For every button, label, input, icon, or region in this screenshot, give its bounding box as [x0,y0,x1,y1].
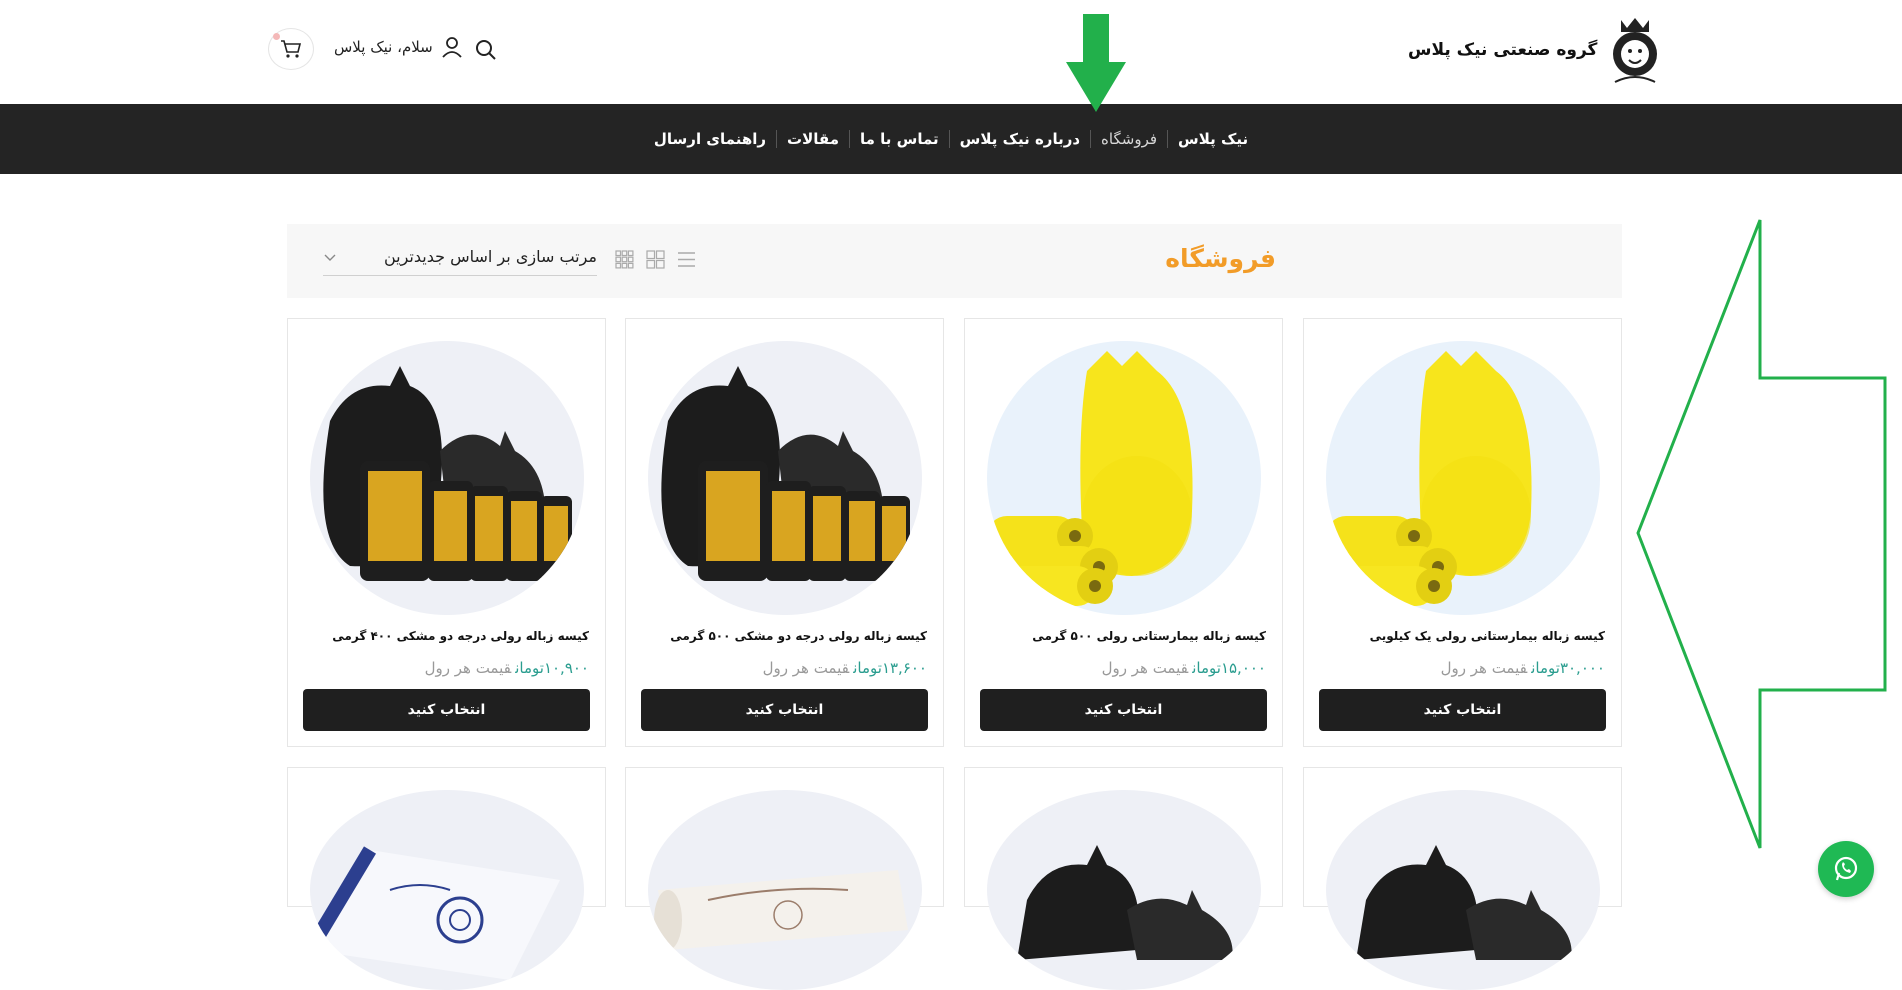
product-image[interactable] [648,341,922,615]
product-card[interactable] [287,767,606,990]
nav-item-about[interactable]: درباره نیک پلاس [948,130,1090,148]
product-title[interactable]: کیسه زباله بیمارستانی رولی یک کیلویی [1370,629,1605,643]
product-image[interactable] [1326,341,1600,615]
whatsapp-icon [1834,856,1858,881]
product-card[interactable]: کیسه زباله بیمارستانی رولی یک کیلویی ۳۰,… [1303,318,1622,747]
product-price: ۱۰,۹۰۰تومانقیمت هر رول [425,659,589,677]
product-price: ۱۳,۶۰۰تومانقیمت هر رول [763,659,927,677]
chevron-down-icon [324,254,336,261]
nav-item-shop[interactable]: فروشگاه [1090,130,1167,148]
nav-item-contact[interactable]: تماس با ما [849,130,949,148]
product-price: ۳۰,۰۰۰تومانقیمت هر رول [1441,659,1605,677]
view-switcher [615,250,696,269]
page-title: فروشگاه [1165,244,1276,273]
site-logo[interactable]: گروه صنعتی نیک پلاس [1408,12,1663,88]
product-card[interactable] [964,767,1283,990]
nav-item-home[interactable]: نیک پلاس [1167,130,1258,148]
price-note: قیمت هر رول [1440,659,1528,677]
price-value: ۱۳,۶۰۰تومان [853,659,927,677]
price-value: ۱۵,۰۰۰تومان [1192,659,1266,677]
product-title[interactable]: کیسه زباله رولی درجه دو مشکی ۴۰۰ گرمی [332,629,589,643]
main-nav: نیک پلاس فروشگاه درباره نیک پلاس تماس با… [0,104,1902,174]
product-image[interactable] [987,790,1261,990]
sort-select[interactable]: مرتب سازی بر اساس جدیدترین [323,244,597,276]
account-link[interactable]: سلام، نیک پلاس [334,36,463,58]
product-card[interactable]: کیسه زباله رولی درجه دو مشکی ۴۰۰ گرمی ۱۰… [287,318,606,747]
user-icon [442,37,462,58]
shop-toolbar: فروشگاه مرتب سازی بر اساس جدیدترین [287,224,1622,298]
account-greeting: سلام، نیک پلاس [334,38,433,56]
whatsapp-chat-button[interactable] [1818,841,1874,897]
cart-count-badge [273,33,280,40]
product-price: ۱۵,۰۰۰تومانقیمت هر رول [1102,659,1266,677]
list-view-icon[interactable] [677,250,696,269]
product-title[interactable]: کیسه زباله رولی درجه دو مشکی ۵۰۰ گرمی [670,629,927,643]
product-image[interactable] [648,790,922,990]
select-options-button[interactable]: انتخاب کنید [641,689,928,731]
select-options-button[interactable]: انتخاب کنید [980,689,1267,731]
price-note: قیمت هر رول [762,659,850,677]
price-value: ۳۰,۰۰۰تومان [1531,659,1605,677]
cart-button[interactable] [268,28,314,70]
cart-icon [281,40,302,58]
select-options-button[interactable]: انتخاب کنید [303,689,590,731]
site-header: گروه صنعتی نیک پلاس سلام، نیک پلاس [0,0,1902,104]
product-card[interactable]: کیسه زباله بیمارستانی رولی ۵۰۰ گرمی ۱۵,۰… [964,318,1283,747]
grid-3-icon[interactable] [615,250,634,269]
product-card[interactable]: کیسه زباله رولی درجه دو مشکی ۵۰۰ گرمی ۱۳… [625,318,944,747]
logo-text: گروه صنعتی نیک پلاس [1408,40,1598,60]
grid-2-icon[interactable] [646,250,665,269]
annotation-left-arrow [1636,219,1887,849]
product-image[interactable] [987,341,1261,615]
select-options-button[interactable]: انتخاب کنید [1319,689,1606,731]
product-title[interactable]: کیسه زباله بیمارستانی رولی ۵۰۰ گرمی [1032,629,1266,643]
product-image[interactable] [1326,790,1600,990]
annotation-down-arrow [1066,14,1126,112]
price-value: ۱۰,۹۰۰تومان [515,659,589,677]
sort-label: مرتب سازی بر اساس جدیدترین [383,247,597,266]
product-card[interactable] [1303,767,1622,990]
product-card[interactable] [625,767,944,990]
lion-crest-icon [1613,18,1658,83]
search-icon[interactable] [474,38,498,62]
product-image[interactable] [310,790,584,990]
product-image[interactable] [310,341,584,615]
price-note: قیمت هر رول [424,659,512,677]
price-note: قیمت هر رول [1101,659,1189,677]
nav-item-shipping-guide[interactable]: راهنمای ارسال [644,130,776,148]
nav-item-articles[interactable]: مقالات [776,130,849,148]
